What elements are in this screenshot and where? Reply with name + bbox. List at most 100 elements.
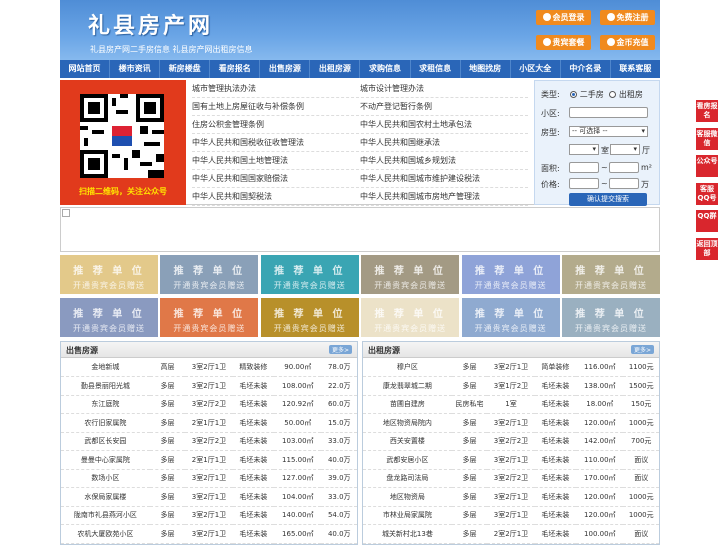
nav-communities[interactable]: 小区大全 [511,60,561,78]
table-cell[interactable]: 苗圃自建房 [363,395,452,414]
table-cell[interactable]: 金地新城 [61,358,150,377]
table-cell[interactable]: 武都安居小区 [363,450,452,470]
side-qq-service[interactable]: 客服QQ号 [696,183,718,205]
register-button[interactable]: 免费注册 [600,10,655,25]
table-cell[interactable]: 农行旧家属院 [61,413,150,433]
table-row[interactable]: 勤县景丽阳光城 多层 3室2厅1卫 毛坯未装 108.00㎡ 22.0万 [61,376,357,396]
nav-for-sale[interactable]: 出售房源 [260,60,311,78]
nav-wanted-rent[interactable]: 求租信息 [411,60,461,78]
policy-link[interactable]: 中华人民共和国城乡规划法 [360,152,528,169]
table-cell[interactable]: 盘龙路司法局 [363,469,452,488]
table-row[interactable]: 地区物资局院内 多层 3室2厅1卫 毛坯未装 120.00㎡ 1000元 [363,413,659,433]
table-row[interactable]: 武都区长安园 多层 3室2厅2卫 毛坯未装 103.00㎡ 33.0万 [61,432,357,451]
radio-sale[interactable] [570,91,578,98]
table-row[interactable]: 数场小区 多层 3室2厅1卫 毛坯未装 127.00㎡ 39.0万 [61,469,357,488]
table-row[interactable]: 曼曼中心家属院 多层 2室1厅1卫 毛坯未装 115.00㎡ 40.0万 [61,450,357,470]
ad-slot[interactable]: 推 荐 单 位开通贵宾会员赠送 [160,298,259,337]
banner-image[interactable] [60,207,660,252]
table-cell[interactable]: 曼曼中心家属院 [61,450,150,470]
table-cell[interactable]: 康龙翡翠城二期 [363,376,452,396]
coin-recharge-button[interactable]: 金币充值 [600,35,655,50]
login-button[interactable]: 会员登录 [536,10,591,25]
table-cell[interactable]: 地区物资局 [363,487,452,507]
table-cell[interactable]: 地区物资局院内 [363,413,452,433]
policy-link[interactable]: 中华人民共和国继承法 [360,134,528,151]
nav-viewing-signup[interactable]: 看房报名 [210,60,261,78]
ad-slot[interactable]: 推 荐 单 位开通贵宾会员赠送 [361,298,460,337]
nav-new-homes[interactable]: 新房楼盘 [160,60,211,78]
table-row[interactable]: 穆户区 多层 3室2厅1卫 简单装修 116.00㎡ 1100元 [363,358,659,377]
table-cell[interactable]: 东江庭院 [61,395,150,414]
policy-link[interactable]: 国有土地上房屋征收与补偿条例 [192,98,360,115]
table-cell[interactable]: 农机大厦欧苑小区 [61,524,150,544]
nav-map-search[interactable]: 地图找房 [461,60,511,78]
area-max-input[interactable] [609,162,639,173]
table-row[interactable]: 水保局家属楼 多层 3室2厅1卫 毛坯未装 104.00㎡ 33.0万 [61,487,357,507]
table-row[interactable]: 西关安置楼 多层 3室2厅2卫 毛坯未装 142.00㎡ 700元 [363,432,659,451]
table-row[interactable]: 武都安居小区 多层 3室2厅1卫 毛坯未装 110.00㎡ 面议 [363,450,659,470]
ad-slot[interactable]: 推 荐 单 位开通贵宾会员赠送 [260,255,359,294]
policy-link[interactable]: 城市管理执法办法 [192,80,360,97]
housetype-select[interactable]: -- 可选择 -- ▾ [569,126,648,137]
table-row[interactable]: 金地新城 高层 3室2厅1卫 精致装修 90.00㎡ 78.0万 [61,358,357,377]
side-wechat-service[interactable]: 客服微信 [696,128,718,150]
site-title[interactable]: 礼县房产网 [88,8,213,40]
radio-rent[interactable] [609,91,617,98]
table-cell[interactable]: 西关安置楼 [363,432,452,451]
policy-link[interactable]: 中华人民共和国农村土地承包法 [360,116,528,133]
table-row[interactable]: 苗圃自建房 民房私宅 1室 毛坯未装 18.00㎡ 150元 [363,395,659,414]
table-row[interactable]: 东江庭院 多层 3室2厅2卫 毛坯未装 120.92㎡ 60.0万 [61,395,357,414]
hall-select[interactable]: ▾ [610,144,640,155]
nav-for-rent[interactable]: 出租房源 [310,60,361,78]
table-cell[interactable]: 陇南市礼县燕河小区 [61,506,150,525]
nav-wanted-buy[interactable]: 求购信息 [360,60,411,78]
table-cell[interactable]: 数场小区 [61,469,150,488]
table-cell[interactable]: 水保局家属楼 [61,487,150,507]
nav-home[interactable]: 网站首页 [60,60,111,78]
ad-slot[interactable]: 推 荐 单 位开通贵宾会员赠送 [160,255,259,294]
ad-slot[interactable]: 推 荐 单 位开通贵宾会员赠送 [60,255,158,294]
ad-slot[interactable]: 推 荐 单 位开通贵宾会员赠送 [60,298,158,337]
nav-news[interactable]: 楼市资讯 [110,60,161,78]
policy-link[interactable]: 中华人民共和国税收征收管理法 [192,134,360,151]
nav-agents[interactable]: 中介名录 [561,60,611,78]
vip-package-button[interactable]: 贵宾套餐 [536,35,591,50]
community-input[interactable] [569,107,648,118]
side-qq-group[interactable]: QQ群 [696,210,718,232]
policy-link[interactable]: 不动产登记暂行条例 [360,98,528,115]
table-row[interactable]: 市林业局家属院 多层 3室2厅1卫 毛坯未装 120.00㎡ 1000元 [363,506,659,525]
table-row[interactable]: 陇南市礼县燕河小区 多层 3室2厅1卫 毛坯未装 140.00㎡ 54.0万 [61,506,357,525]
policy-link[interactable]: 中华人民共和国城市房地产管理法 [360,188,528,205]
table-cell[interactable]: 城关新村北13巷 [363,524,452,544]
table-row[interactable]: 地区物资局 多层 3室2厅1卫 毛坯未装 120.00㎡ 1000元 [363,487,659,507]
sale-more-link[interactable]: 更多> [328,345,352,354]
table-row[interactable]: 盘龙路司法局 多层 3室2厅2卫 毛坯未装 170.00㎡ 面议 [363,469,659,488]
rent-more-link[interactable]: 更多> [630,345,654,354]
ad-slot[interactable]: 推 荐 单 位开通贵宾会员赠送 [562,255,660,294]
policy-link[interactable]: 城市设计管理办法 [360,80,528,97]
policy-link[interactable]: 住房公积金管理条例 [192,116,360,133]
side-back-to-top[interactable]: 返回顶部 [696,238,718,260]
table-row[interactable]: 康龙翡翠城二期 多层 3室1厅2卫 毛坯未装 138.00㎡ 1500元 [363,376,659,396]
table-cell[interactable]: 勤县景丽阳光城 [61,376,150,396]
ad-slot[interactable]: 推 荐 单 位开通贵宾会员赠送 [461,255,560,294]
ad-slot[interactable]: 推 荐 单 位开通贵宾会员赠送 [260,298,359,337]
table-row[interactable]: 农机大厦欧苑小区 多层 3室2厅1卫 毛坯未装 165.00㎡ 40.0万 [61,524,357,544]
search-submit-button[interactable]: 确认提交搜索 [569,193,647,206]
table-row[interactable]: 农行旧家属院 多层 2室1厅1卫 毛坯未装 50.00㎡ 15.0万 [61,413,357,433]
nav-contact[interactable]: 联系客服 [611,60,660,78]
ad-slot[interactable]: 推 荐 单 位开通贵宾会员赠送 [361,255,460,294]
side-viewing-signup[interactable]: 看房报名 [696,100,718,122]
table-row[interactable]: 城关新村北13巷 多层 2室2厅1卫 毛坯未装 100.00㎡ 面议 [363,524,659,544]
side-official-account[interactable]: 公众号 [696,155,718,177]
ad-slot[interactable]: 推 荐 单 位开通贵宾会员赠送 [562,298,660,337]
table-cell[interactable]: 武都区长安园 [61,432,150,451]
area-min-input[interactable] [569,162,599,173]
table-cell[interactable]: 市林业局家属院 [363,506,452,525]
policy-link[interactable]: 中华人民共和国城市维护建设税法 [360,170,528,187]
ad-slot[interactable]: 推 荐 单 位开通贵宾会员赠送 [461,298,560,337]
price-max-input[interactable] [609,178,639,189]
policy-link[interactable]: 中华人民共和国土地管理法 [192,152,360,169]
table-cell[interactable]: 穆户区 [363,358,452,377]
room-select[interactable]: ▾ [569,144,599,155]
